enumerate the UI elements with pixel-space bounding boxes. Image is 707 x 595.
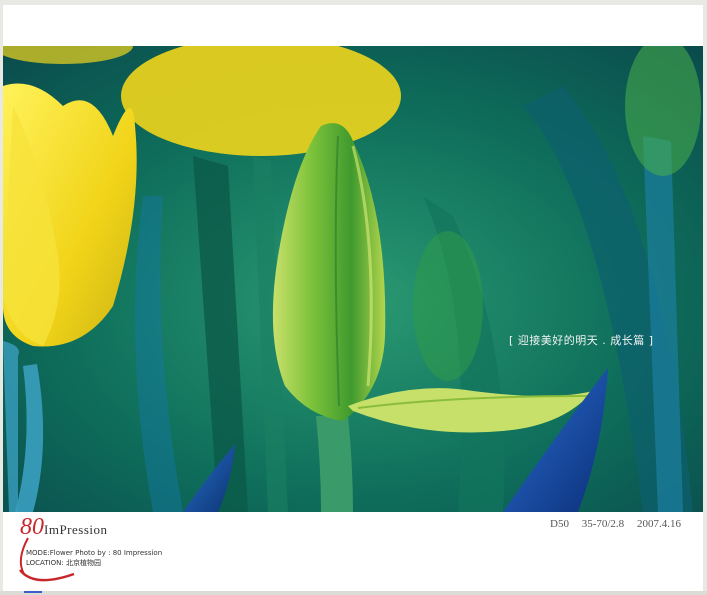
photo-date: 2007.4.16	[636, 518, 681, 530]
logo-mark: 80	[20, 514, 44, 540]
camera-model: D50	[550, 518, 569, 530]
impression-logo: 80ImPression MODE:Flower Photo by : 80 I…	[14, 514, 174, 584]
lens-spec: 35-70/2.8	[581, 518, 625, 530]
logo-location-line: LOCATION: 北京植物园	[26, 559, 101, 567]
photo-illustration	[3, 46, 703, 512]
photo-caption: [ 迎接美好的明天 . 成长篇 ]	[509, 334, 654, 347]
logo-word: ImPression	[44, 522, 108, 537]
bottom-border	[0, 591, 707, 595]
logo-title: 80ImPression	[20, 514, 108, 541]
bottom-link-mark	[24, 591, 42, 593]
exif-info: D50 35-70/2.8 2007.4.16	[550, 518, 691, 530]
logo-mode-line: MODE:Flower Photo by : 80 Impression	[26, 549, 163, 557]
tulip-photo	[3, 46, 703, 512]
